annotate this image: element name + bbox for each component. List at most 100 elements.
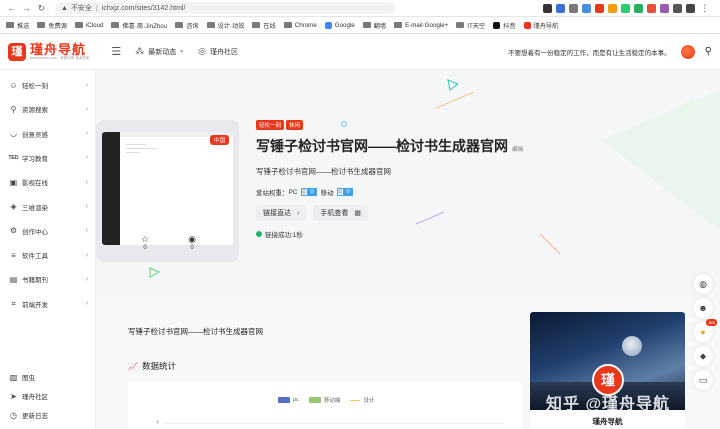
site-screenshot[interactable]: 中国 <box>102 132 233 245</box>
bookmark-item[interactable]: Chrome <box>283 22 317 29</box>
chat-icon[interactable]: ▭ <box>693 370 713 390</box>
legend-swatch <box>278 397 290 403</box>
sliders-icon: ≡ <box>11 250 16 260</box>
tag-badge[interactable]: 轻松一刻 <box>256 120 285 130</box>
tag-icon[interactable]: ⬥ <box>693 346 713 366</box>
reload-icon[interactable]: ↻ <box>36 3 47 14</box>
film-icon: ▣ <box>9 177 18 187</box>
sidebar-item[interactable]: ≡ 软件工具 › <box>8 248 88 262</box>
extension-icon[interactable] <box>556 3 565 13</box>
gear-icon: ⚙ <box>9 226 18 236</box>
chevron-right-icon: › <box>85 130 88 138</box>
extension-icon[interactable] <box>647 3 656 13</box>
bookmark-item[interactable]: 在线 <box>252 21 276 30</box>
bookmark-item[interactable]: 瑾舟导航 <box>523 21 558 30</box>
sidebar-item[interactable]: ⌗ 前端开发 › <box>8 297 88 311</box>
visit-button[interactable]: 链接直达 › <box>256 205 307 221</box>
sidebar-item[interactable]: ⚙ 创作中心 › <box>8 224 88 238</box>
logo-mark: 瑾 <box>8 42 26 61</box>
extension-icon[interactable] <box>582 3 591 13</box>
site-info: 轻松一刻 休闲 写锤子检讨书官网——检讨书生成器官网 编辑 写锤子检讨书官网——… <box>256 120 556 239</box>
star-button[interactable]: ☆ 0 <box>141 234 149 251</box>
molecule-icon: ⁂ <box>135 46 145 56</box>
legend-item[interactable]: pc <box>278 396 299 404</box>
globe-icon: ◎ <box>198 46 207 56</box>
y-tick-label: 4 <box>156 420 159 426</box>
telegram-icon: ➤ <box>10 391 17 401</box>
site-logo[interactable]: 瑾 瑾舟导航 www.jinzhou.com · 资源分享·技术导航 <box>8 42 89 61</box>
bookmark-item[interactable]: 免费源 <box>37 21 67 30</box>
mobile-view-button[interactable]: 手机查看 ▦ <box>313 205 368 221</box>
bookmark-label: 在线 <box>263 22 276 30</box>
address-bar[interactable]: ▲ 不安全 | ichxjz.com/sites/3142.html/ <box>55 2 395 14</box>
sidebar-item[interactable]: ◡ 创意灵感 › <box>8 127 88 141</box>
menu-dots-icon[interactable]: ⋮ <box>699 3 710 14</box>
sidebar-item[interactable]: ▤ 书籍期刊 › <box>8 272 88 286</box>
extension-icon[interactable] <box>608 3 617 13</box>
bookmark-item[interactable]: E-mail·Google+ <box>394 22 448 29</box>
link-status: 链接成功:1秒 <box>256 229 556 239</box>
sidebar-bottom-item[interactable]: ▨ 图虫 <box>8 370 88 384</box>
extension-icon[interactable] <box>543 3 552 13</box>
bookmark-item[interactable]: 咨询 <box>175 21 199 30</box>
bookmark-label: E-mail·Google+ <box>405 21 449 29</box>
edit-link[interactable]: 编辑 <box>512 145 523 153</box>
view-count: 0 <box>190 245 194 251</box>
mobile-weight-badge: 爱 0 <box>336 188 353 196</box>
search-icon[interactable]: ⚲ <box>705 46 712 57</box>
extension-icon[interactable] <box>621 3 630 13</box>
folder-icon <box>111 22 120 28</box>
sidebar-item[interactable]: ▣ 影视在线 › <box>8 175 88 189</box>
sidebar-item[interactable]: ⚲ 资源搜索 › <box>8 102 88 116</box>
wechat-icon[interactable]: ◍ <box>693 274 713 294</box>
bookmark-label: 免费源 <box>48 22 67 30</box>
bookmarks-bar: 推送 免费源 iCloud 佛喜·周·JinZhou 咨询 设计·动效 在线 Chrome Go… <box>0 17 720 34</box>
smile-icon: ☺ <box>9 80 18 90</box>
extension-icon[interactable] <box>673 3 682 13</box>
bookmark-item[interactable]: 抖音 <box>493 21 516 30</box>
forward-icon[interactable]: → <box>21 3 32 14</box>
floating-toolbar: ◍ ☻ ● 360 ⬥ ▭ <box>693 274 717 394</box>
hot-icon[interactable]: ● 360 <box>693 319 717 342</box>
extension-icon[interactable] <box>595 3 604 13</box>
qq-icon[interactable]: ☻ <box>693 298 713 318</box>
sidebar-bottom-item[interactable]: ➤ 瑾舟社区 <box>8 389 88 403</box>
tag-badge[interactable]: 休闲 <box>286 120 304 130</box>
browser-toolbar: ← → ↻ ▲ 不安全 | ichxjz.com/sites/3142.html… <box>0 0 720 17</box>
link-status-text: 链接成功:1秒 <box>265 232 303 239</box>
slogan: 不要想着有一份稳定的工作，而是有让生活稳定的本事。 <box>508 49 671 57</box>
sidebar-bottom-item[interactable]: ◷ 更新日志 <box>8 408 88 422</box>
view-button[interactable]: ◉ 0 <box>188 234 196 251</box>
ted-icon: TED <box>8 154 19 161</box>
bookmark-label: 咨询 <box>186 22 199 30</box>
sidebar-item[interactable]: ☺ 轻松一刻 › <box>8 78 88 92</box>
folder-icon <box>206 22 215 28</box>
bookmark-item[interactable]: iCloud <box>74 22 103 29</box>
extension-icon[interactable] <box>569 3 578 13</box>
nav-community-label: 瑾舟社区 <box>210 48 239 56</box>
profile-icon[interactable] <box>686 3 695 13</box>
extension-icon[interactable] <box>634 3 643 13</box>
author-name[interactable]: 瑾舟导航 <box>530 416 685 427</box>
code-icon: ⌗ <box>11 298 16 308</box>
bookmark-item[interactable]: 推送 <box>6 21 29 30</box>
bookmark-item[interactable]: 佛喜·周·JinZhou <box>111 21 167 30</box>
back-icon[interactable]: ← <box>6 3 17 14</box>
url-text: ichxjz.com/sites/3142.html/ <box>101 4 186 12</box>
nav-community[interactable]: ◎ 瑾舟社区 <box>198 46 238 57</box>
bookmark-item[interactable]: 设计·动效 <box>206 21 244 30</box>
legend-item[interactable]: 移动端 <box>308 396 340 404</box>
bookmark-item[interactable]: Google <box>324 21 355 29</box>
sidebar-item[interactable]: TED 学习教育 › <box>8 151 89 165</box>
sidebar-item[interactable]: ◈ 三维渲染 › <box>8 200 88 214</box>
user-avatar[interactable] <box>680 44 695 59</box>
chevron-right-icon: › <box>297 209 300 217</box>
legend-item[interactable]: 设计 <box>350 396 374 404</box>
hot-badge: 360 <box>706 319 717 326</box>
extension-icon[interactable] <box>660 3 669 13</box>
menu-toggle-icon[interactable]: ☰ <box>111 45 121 58</box>
bookmark-label: IT天空 <box>467 22 486 30</box>
nav-latest[interactable]: ⁂ 最新动态 ▼ <box>135 46 184 57</box>
bookmark-item[interactable]: 翻墙 <box>362 21 386 30</box>
bookmark-item[interactable]: IT天空 <box>456 21 485 30</box>
